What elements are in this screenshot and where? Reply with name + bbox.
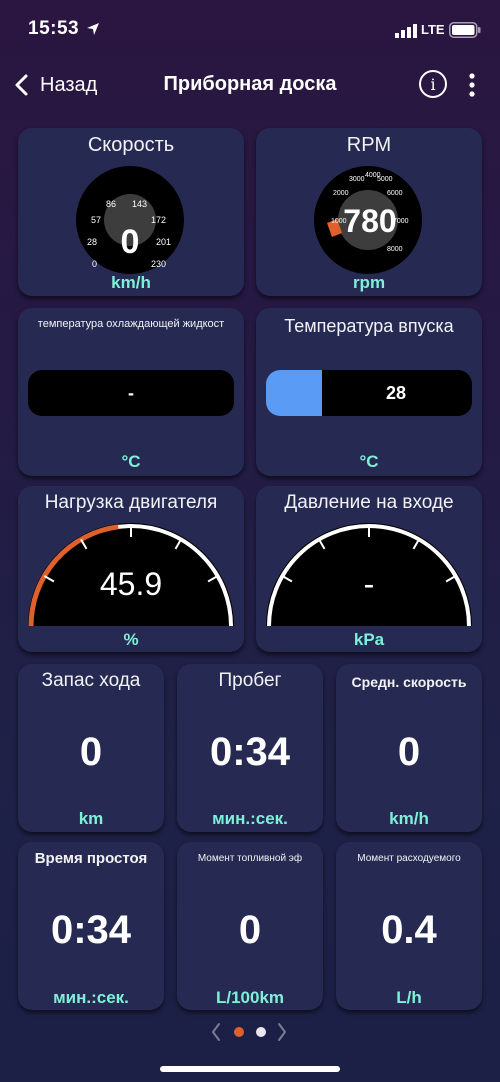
rpm-scale-label: 5000: [377, 176, 393, 183]
speed-scale-label: 172: [151, 215, 166, 225]
idle-time-unit: мин.:сек.: [53, 988, 129, 1007]
load-title: Нагрузка двигателя: [44, 492, 218, 513]
speed-unit: km/h: [111, 273, 151, 292]
avg-speed-tile[interactable]: Средн. скорость 0 km/h: [336, 664, 482, 832]
intake-title: Температура впуска: [284, 316, 454, 336]
intake-bar-fill: [266, 370, 322, 416]
status-time: 15:53: [28, 18, 80, 39]
load-unit: %: [123, 630, 139, 649]
fuel-flow-title: Момент расходуемого: [357, 853, 461, 864]
idle-time-tile[interactable]: Время простоя 0:34 мин.:сек.: [18, 842, 164, 1010]
engine-load-tile[interactable]: Нагрузка двигателя 45.9 %: [18, 486, 244, 652]
signal-icon: [395, 24, 417, 38]
rpm-tile[interactable]: RPM 1000 2000 3000 4000 5000 6000 7000 8…: [256, 128, 482, 296]
coolant-tile[interactable]: температура охлаждающей жидкост - °C: [18, 308, 244, 476]
fuel-flow-tile[interactable]: Момент расходуемого 0.4 L/h: [336, 842, 482, 1010]
speed-scale-label: 28: [87, 237, 97, 247]
rpm-scale-label: 2000: [333, 190, 349, 197]
chevron-left-icon[interactable]: [210, 1022, 222, 1042]
speed-scale-label: 86: [106, 199, 116, 209]
mileage-value: 0:34: [209, 730, 291, 774]
pressure-unit: kPa: [353, 630, 385, 649]
info-icon[interactable]: i: [419, 70, 447, 98]
idle-time-value: 0:34: [50, 908, 132, 952]
range-title: Запас хода: [41, 670, 141, 691]
coolant-title: температура охлаждающей жидкост: [37, 318, 225, 330]
range-tile[interactable]: Запас хода 0 km: [18, 664, 164, 832]
fuel-eff-unit: L/100km: [215, 988, 285, 1007]
coolant-unit: °C: [121, 452, 141, 471]
rpm-scale-label: 6000: [387, 190, 403, 197]
rpm-scale-label: 3000: [349, 176, 365, 183]
fuel-eff-title: Момент топливной эф: [197, 853, 303, 864]
speed-scale-label: 230: [151, 259, 166, 269]
avg-speed-value: 0: [397, 730, 421, 774]
speed-tile[interactable]: Скорость 0 28 57 86 143 172 201 230 0 km…: [18, 128, 244, 296]
rpm-gauge: 1000 2000 3000 4000 5000 6000 7000 8000 …: [314, 166, 422, 274]
avg-speed-title: Средн. скорость: [351, 674, 467, 690]
chevron-right-icon[interactable]: [276, 1022, 288, 1042]
battery-icon: [449, 22, 481, 38]
coolant-bar: -: [28, 370, 234, 416]
load-gauge: 45.9: [28, 523, 234, 627]
pressure-value: -: [364, 566, 375, 602]
inlet-pressure-tile[interactable]: Давление на входе - kPa: [256, 486, 482, 652]
fuel-eff-value: 0: [238, 908, 262, 952]
intake-value: 28: [385, 383, 407, 403]
pressure-gauge: -: [266, 523, 472, 627]
status-bar: 15:53 LTE: [0, 0, 500, 60]
coolant-value: -: [128, 383, 134, 403]
rpm-title: RPM: [346, 134, 392, 156]
speed-scale-label: 0: [92, 259, 97, 269]
speed-scale-label: 201: [156, 237, 171, 247]
network-type: LTE: [421, 22, 445, 37]
speed-title: Скорость: [87, 134, 175, 156]
idle-time-title: Время простоя: [34, 850, 148, 867]
fuel-flow-unit: L/h: [396, 988, 422, 1007]
range-unit: km: [78, 809, 104, 828]
page-dot-active[interactable]: [234, 1027, 244, 1037]
nav-bar: Назад Приборная доска i: [0, 62, 500, 108]
fuel-flow-value: 0.4: [381, 908, 437, 952]
intake-temp-tile[interactable]: Температура впуска 28 °C: [256, 308, 482, 476]
speed-scale-label: 143: [132, 199, 147, 209]
load-value: 45.9: [100, 566, 162, 602]
speed-scale-label: 57: [91, 215, 101, 225]
rpm-scale-label: 8000: [387, 246, 403, 253]
range-value: 0: [79, 730, 103, 774]
more-vertical-icon[interactable]: [464, 70, 480, 100]
avg-speed-unit: km/h: [389, 809, 429, 828]
intake-unit: °C: [359, 452, 379, 471]
mileage-title: Пробег: [218, 670, 282, 691]
speed-value: 0: [121, 223, 140, 261]
intake-bar: 28: [266, 370, 472, 416]
page-dot[interactable]: [256, 1027, 266, 1037]
rpm-unit: rpm: [352, 273, 386, 292]
mileage-tile[interactable]: Пробег 0:34 мин.:сек.: [177, 664, 323, 832]
location-arrow-icon: [87, 23, 99, 35]
speed-gauge: 0 28 57 86 143 172 201 230 0: [76, 166, 184, 274]
rpm-value: 780: [343, 203, 396, 239]
pressure-title: Давление на входе: [284, 492, 454, 513]
mileage-unit: мин.:сек.: [212, 809, 288, 828]
page-control: [0, 1020, 500, 1044]
home-indicator: [160, 1066, 340, 1072]
info-icon-glyph: i: [430, 74, 436, 94]
fuel-efficiency-tile[interactable]: Момент топливной эф 0 L/100km: [177, 842, 323, 1010]
